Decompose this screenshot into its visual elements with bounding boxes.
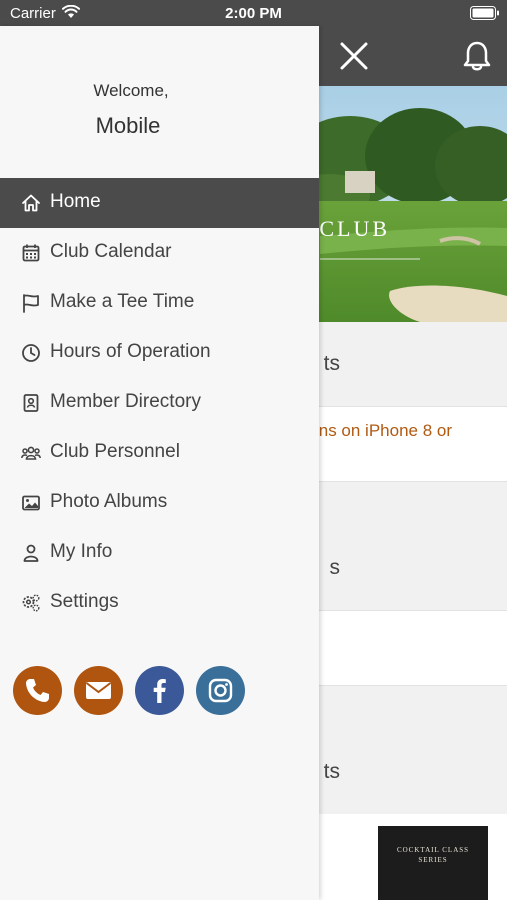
menu-item-hours[interactable]: Hours of Operation — [0, 328, 319, 378]
menu-label: Hours of Operation — [50, 341, 211, 362]
drawer-menu: Home Club Calendar Make a Tee Time Hours… — [0, 178, 319, 628]
menu-item-my-info[interactable]: My Info — [0, 528, 319, 578]
poster-subtitle: SERIES — [418, 856, 448, 864]
menu-item-settings[interactable]: Settings — [0, 578, 319, 628]
welcome-label: Welcome, — [93, 81, 169, 100]
contact-book-icon — [23, 394, 39, 412]
phone-icon — [26, 679, 49, 702]
user-name: Mobile — [95, 113, 161, 138]
gear-icon — [22, 594, 40, 612]
image-icon — [22, 495, 40, 511]
menu-label: Home — [50, 191, 101, 212]
status-bar: Carrier 2:00 PM — [0, 0, 507, 26]
menu-label: Photo Albums — [50, 491, 168, 512]
menu-label: Member Directory — [50, 391, 201, 412]
facebook-button[interactable] — [135, 666, 184, 715]
close-icon[interactable] — [338, 40, 370, 72]
home-icon — [22, 194, 40, 212]
envelope-icon — [85, 682, 112, 699]
bell-icon[interactable] — [462, 40, 492, 72]
menu-label: Make a Tee Time — [50, 291, 195, 312]
phone-button[interactable] — [13, 666, 62, 715]
user-icon — [23, 544, 39, 562]
menu-item-club-calendar[interactable]: Club Calendar — [0, 228, 319, 278]
status-time: 2:00 PM — [225, 5, 282, 22]
menu-label: Club Personnel — [50, 441, 180, 462]
menu-item-tee-time[interactable]: Make a Tee Time — [0, 278, 319, 328]
facebook-icon — [153, 679, 166, 703]
email-button[interactable] — [74, 666, 123, 715]
poster-title: COCKTAIL CLASS — [396, 846, 470, 854]
menu-label: My Info — [50, 541, 113, 562]
calendar-icon — [22, 244, 40, 262]
menu-item-home[interactable]: Home — [0, 178, 319, 228]
menu-label: Settings — [50, 591, 119, 612]
menu-item-club-personnel[interactable]: Club Personnel — [0, 428, 319, 478]
instagram-button[interactable] — [196, 666, 245, 715]
navigation-drawer: Welcome, Mobile Home Club Calendar Make … — [0, 26, 319, 900]
people-icon — [21, 446, 41, 460]
menu-item-member-directory[interactable]: Member Directory — [0, 378, 319, 428]
instagram-icon — [208, 678, 233, 703]
menu-item-photo-albums[interactable]: Photo Albums — [0, 478, 319, 528]
event-poster-thumbnail[interactable]: COCKTAIL CLASS SERIES — [378, 826, 488, 900]
flag-icon — [23, 294, 39, 313]
menu-label: Club Calendar — [50, 241, 172, 262]
clock-icon — [22, 344, 40, 362]
battery-icon — [470, 6, 499, 20]
